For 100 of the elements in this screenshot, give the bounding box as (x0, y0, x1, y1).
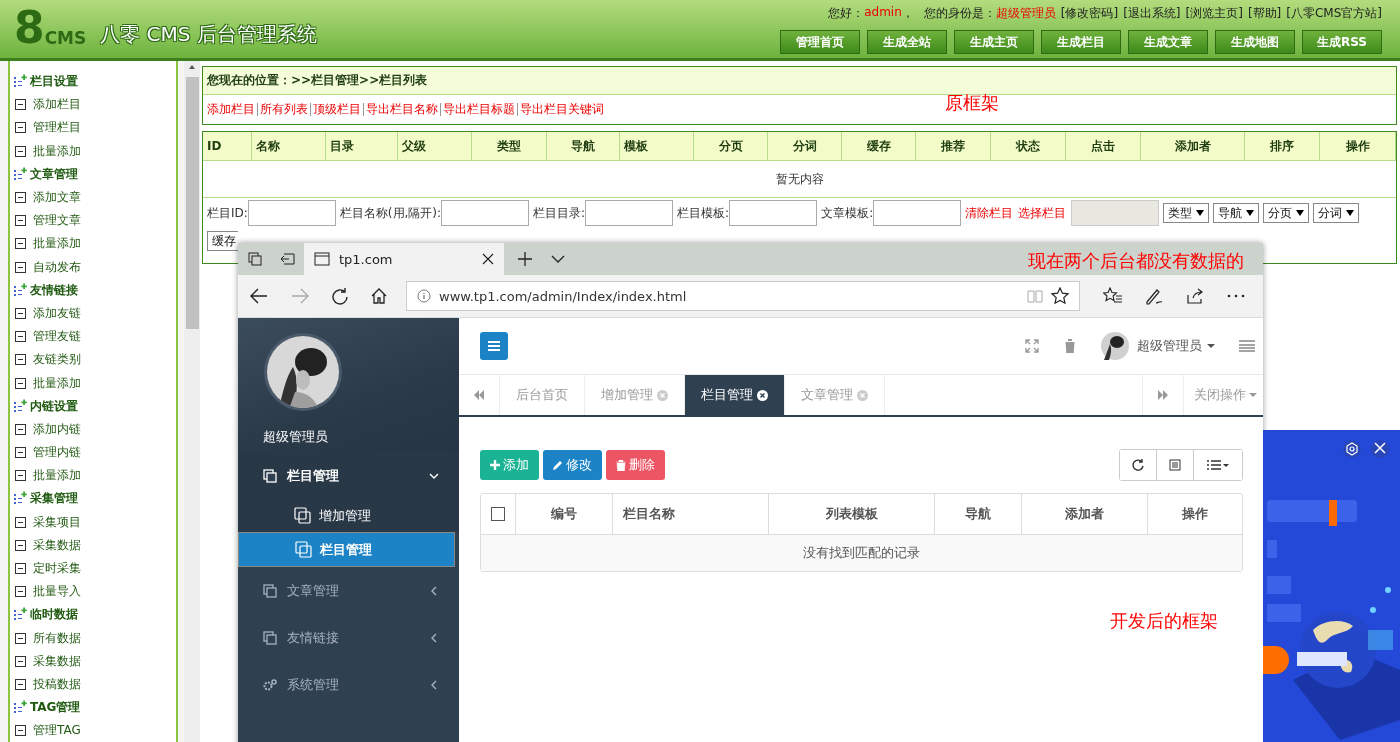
column-header: 操作 (1181, 505, 1209, 523)
user-menu[interactable]: 超级管理员 (1137, 337, 1215, 355)
filter-link[interactable]: 清除栏目 (965, 204, 1014, 222)
star-icon[interactable] (1051, 287, 1069, 305)
tab-aside-icon[interactable] (280, 251, 296, 267)
sidebar-item[interactable]: 批量添加 (33, 467, 81, 485)
collapse-icon (15, 307, 26, 319)
tab-set-icon[interactable] (247, 251, 263, 267)
action-link[interactable]: 顶级栏目 (313, 101, 361, 118)
filter-field[interactable] (729, 200, 818, 226)
chevron-left-icon (429, 632, 439, 643)
sidebar-item[interactable]: 批量导入 (33, 583, 81, 601)
close-icon[interactable] (757, 389, 768, 401)
sidebar-item[interactable]: 添加友链 (33, 304, 81, 322)
column-header: 导航 (547, 132, 620, 160)
submenu-item[interactable]: 栏目管理 (238, 532, 455, 567)
header-link[interactable]: [八零CMS官方站] (1286, 5, 1382, 22)
action-link[interactable]: 所有列表 (260, 101, 308, 118)
header-link[interactable]: [退出系统] (1123, 5, 1181, 22)
collapse-icon (15, 423, 26, 435)
action-link[interactable]: 导出栏目名称 (366, 101, 438, 118)
share-icon[interactable] (1185, 287, 1205, 305)
empty-message: 暂无内容 (775, 170, 824, 188)
filter-select[interactable]: 类型 (1163, 203, 1210, 223)
favorites-icon[interactable] (1103, 287, 1123, 305)
select-all-checkbox[interactable] (491, 507, 505, 521)
menu-item[interactable]: 友情链接 (238, 614, 459, 661)
sidebar-item[interactable]: 投稿数据 (33, 675, 81, 693)
sidebar-item[interactable]: 管理友链 (33, 328, 81, 346)
sidebar-item[interactable]: 管理栏目 (33, 119, 81, 137)
caret-icon (1196, 210, 1205, 216)
sidebar-item[interactable]: 管理TAG (33, 722, 81, 740)
close-icon[interactable] (482, 253, 494, 265)
column-header: 排序 (1245, 132, 1320, 160)
action-link[interactable]: 添加栏目 (207, 101, 255, 118)
header-link[interactable]: [浏览主页] (1185, 5, 1243, 22)
filter-select[interactable]: 导航 (1213, 203, 1260, 223)
toolbar-button[interactable]: 修改 (543, 450, 602, 480)
column-header: 状态 (991, 132, 1066, 160)
sidebar-item[interactable]: 添加内链 (33, 420, 81, 438)
separator: ， (901, 5, 914, 22)
sidebar-group-title[interactable]: TAG管理 (30, 699, 81, 717)
filter-link[interactable]: 选择栏目 (1018, 204, 1067, 222)
scrollbar[interactable] (184, 61, 200, 742)
sidebar-item[interactable]: 添加文章 (33, 189, 81, 207)
action-link[interactable]: 导出栏目标题 (443, 101, 515, 118)
filter-field[interactable] (441, 200, 530, 226)
sidebar-item[interactable]: 添加栏目 (33, 96, 81, 114)
sidebar-group-title[interactable]: 临时数据 (30, 606, 78, 624)
menu-item[interactable]: 栏目管理 (238, 452, 459, 499)
sidebar-item[interactable]: 批量添加 (33, 374, 81, 392)
sidebar-group-title[interactable]: 栏目设置 (30, 73, 78, 91)
sidebar-group-title[interactable]: 文章管理 (30, 165, 78, 183)
menu-item[interactable]: 文章管理 (238, 567, 459, 614)
action-link[interactable]: 导出栏目关键词 (520, 101, 604, 118)
sidebar-item[interactable]: 采集数据 (33, 536, 81, 554)
submenu-item[interactable]: 增加管理 (238, 499, 459, 532)
sidebar-item[interactable]: 批量添加 (33, 235, 81, 253)
home-icon[interactable] (370, 287, 388, 305)
refresh-icon[interactable] (331, 287, 349, 305)
sidebar-group-title[interactable]: 友情链接 (30, 281, 78, 299)
filter-field[interactable] (585, 200, 674, 226)
info-icon[interactable] (417, 289, 431, 303)
browser-tab[interactable]: tp1.com (304, 243, 504, 275)
back-icon[interactable] (249, 287, 269, 305)
trash-icon[interactable] (1063, 338, 1077, 354)
address-field[interactable]: www.tp1.com/admin/Index/index.html (406, 281, 1080, 311)
sidebar-item[interactable]: 定时采集 (33, 560, 81, 578)
filter-select[interactable]: 缓存 (207, 231, 238, 251)
caret-icon (1249, 393, 1257, 397)
sidebar-group-title[interactable]: 采集管理 (30, 490, 78, 508)
sidebar-item[interactable]: 友链类别 (33, 351, 81, 369)
fullscreen-icon[interactable] (1025, 339, 1039, 353)
filter-select[interactable]: 分页 (1263, 203, 1310, 223)
sidebar-item[interactable]: 采集项目 (33, 513, 81, 531)
refresh-button[interactable] (1120, 450, 1157, 480)
collapse-icon (15, 655, 26, 667)
sidebar-item[interactable]: 管理文章 (33, 212, 81, 230)
filter-field[interactable] (873, 200, 962, 226)
column-header: 列表模板 (769, 494, 935, 534)
header-link[interactable]: [帮助] (1247, 5, 1282, 22)
new-tab-icon[interactable] (517, 251, 533, 267)
menu-item[interactable]: 系统管理 (238, 661, 459, 708)
pen-icon[interactable] (1144, 287, 1164, 305)
column-header: 栏目名称 (613, 494, 769, 534)
sidebar-group-title[interactable]: 内链设置 (30, 397, 78, 415)
plus-icon (490, 460, 500, 470)
sidebar-item[interactable]: 管理内链 (33, 444, 81, 462)
header-link[interactable]: [修改密码] (1060, 5, 1119, 22)
settings-icon[interactable] (1345, 442, 1359, 456)
filter-field[interactable] (247, 200, 336, 226)
avatar-icon[interactable] (1101, 332, 1129, 360)
menu-button[interactable] (480, 332, 508, 360)
sidebar-item[interactable]: 所有数据 (33, 629, 81, 647)
sidebar-item[interactable]: 自动发布 (33, 258, 81, 276)
sidebar-item[interactable]: 批量添加 (33, 142, 81, 160)
logo-letters: CMS (44, 28, 87, 48)
filter-select[interactable]: 分词 (1313, 203, 1360, 223)
sidebar-item[interactable]: 采集数据 (33, 652, 81, 670)
page-tab[interactable]: 栏目管理 (685, 375, 785, 415)
